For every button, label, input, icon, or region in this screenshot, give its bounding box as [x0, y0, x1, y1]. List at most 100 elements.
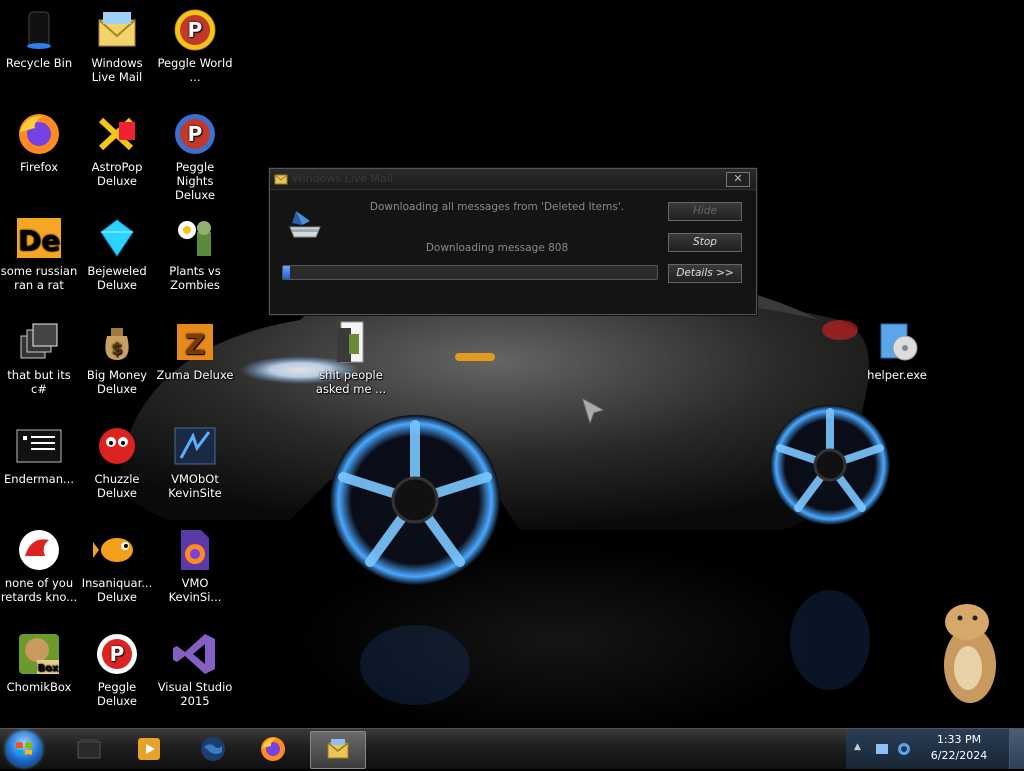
download-progress-bar	[282, 265, 658, 280]
network-icon[interactable]	[896, 741, 912, 757]
zuma-icon: Z	[171, 318, 219, 366]
svg-text:Z: Z	[185, 328, 205, 361]
desktop-icon-vmo-kevinsi[interactable]: VMO KevinSi...	[156, 526, 234, 604]
money-bag-icon: $	[93, 318, 141, 366]
chuzzle-icon	[93, 422, 141, 470]
vmobot-icon	[171, 422, 219, 470]
desktop-icon-shit-people-asked-me[interactable]: shit people asked me ...	[312, 318, 390, 396]
desktop-icon-label: shit people asked me ...	[315, 368, 387, 396]
desktop-icon-vmobot-kevinsite[interactable]: VMObOt KevinSite	[156, 422, 234, 500]
status-message-text: Downloading message 808	[425, 242, 569, 254]
desktop-icon-chomikbox[interactable]: Box ChomikBox	[0, 630, 78, 694]
desktop-icon-windows-live-mail[interactable]: Windows Live Mail	[78, 6, 156, 84]
desktop-icon-plants-vs-zombies[interactable]: Plants vs Zombies	[156, 214, 234, 292]
desktop-icon-none-of-you-retards-kno[interactable]: none of you retards kno...	[0, 526, 78, 604]
taskbar: ▲ 1:33 PM 6/22/2024	[0, 728, 1024, 769]
peggle-icon: P	[93, 630, 141, 678]
stop-button[interactable]: Stop	[668, 233, 742, 252]
dialog-title: Windows Live Mail	[292, 172, 393, 185]
desktop-icon-visual-studio-2015[interactable]: Visual Studio 2015	[156, 630, 234, 708]
de-icon: De	[15, 214, 63, 262]
plants-vs-zombies-icon	[171, 214, 219, 262]
windows-logo-icon	[16, 742, 32, 755]
status-folder-text: Downloading all messages from 'Deleted I…	[369, 201, 625, 213]
svg-text:Box: Box	[38, 663, 59, 674]
media-player-icon	[138, 738, 160, 760]
download-progress-dialog: Windows Live Mail ✕ Downloading all mess…	[269, 168, 757, 315]
desktop-icon-recycle-bin[interactable]: Recycle Bin	[0, 6, 78, 70]
desktop-icon-label: Enderman...	[4, 472, 74, 486]
svg-text:$: $	[111, 339, 122, 358]
svg-text:De: De	[18, 224, 60, 257]
windows-stack-icon	[15, 318, 63, 366]
windows-live-mail-icon	[327, 739, 349, 759]
folder-icon	[327, 318, 375, 366]
desktop-icon-label: ChomikBox	[6, 680, 72, 694]
windows-live-mail-icon	[93, 6, 141, 54]
desktop-icon-chuzzle-deluxe[interactable]: Chuzzle Deluxe	[78, 422, 156, 500]
explorer-icon	[77, 739, 101, 759]
desktop-icon-label: helper.exe	[867, 368, 927, 382]
desktop-icon-label: Peggle Nights Deluxe	[175, 160, 215, 202]
desktop-icon-label: Firefox	[19, 160, 59, 174]
desktop-icon-label: Recycle Bin	[5, 56, 73, 70]
desktop-icon-that-but-its-c[interactable]: that but its c#	[0, 318, 78, 396]
desktop-icon-peggle-nights-deluxe[interactable]: P Peggle Nights Deluxe	[156, 110, 234, 202]
desktop-icon-label: AstroPop Deluxe	[91, 160, 143, 188]
start-button[interactable]	[6, 731, 42, 767]
taskbar-media-player[interactable]	[122, 731, 176, 767]
desktop-icon-insaniquar-deluxe[interactable]: Insaniquar... Deluxe	[78, 526, 156, 604]
taskbar-windows-live-mail[interactable]	[310, 731, 366, 769]
desktop-icon-zuma-deluxe[interactable]: Z Zuma Deluxe	[156, 318, 234, 382]
desktop-icon-peggle-deluxe[interactable]: P Peggle Deluxe	[78, 630, 156, 708]
desktop-icon-astropop-deluxe[interactable]: AstroPop Deluxe	[78, 110, 156, 188]
taskbar-browser[interactable]	[186, 731, 240, 767]
peggle-nights-icon: P	[171, 110, 219, 158]
recycle-bin-icon	[15, 6, 63, 54]
details-button[interactable]: Details >>	[668, 264, 742, 283]
firefox-icon	[261, 737, 285, 761]
astropop-icon	[93, 110, 141, 158]
taskbar-firefox[interactable]	[246, 731, 300, 767]
desktop-icon-label: some russian ran a rat	[0, 264, 78, 292]
desktop-icon-label: VMO KevinSi...	[168, 576, 222, 604]
firefox-file-icon	[171, 526, 219, 574]
windows-live-mail-icon	[274, 174, 288, 185]
clock-time[interactable]: 1:33 PM	[916, 733, 1002, 746]
svg-text:P: P	[188, 18, 203, 42]
mail-download-icon	[289, 211, 321, 238]
chomikbox-icon: Box	[15, 630, 63, 678]
desktop-icon-big-money-deluxe[interactable]: $ Big Money Deluxe	[78, 318, 156, 396]
desktop-icon-some-russian-ran-a-rat[interactable]: De some russian ran a rat	[0, 214, 78, 292]
desktop-icon-label: Peggle World ...	[157, 56, 233, 84]
installer-icon	[873, 318, 921, 366]
dragon-icon	[15, 526, 63, 574]
system-tray: ▲ 1:33 PM 6/22/2024	[846, 729, 1024, 769]
fish-icon	[93, 526, 141, 574]
show-desktop-button[interactable]	[1009, 729, 1024, 769]
desktop-icon-enderman[interactable]: Enderman...	[0, 422, 78, 486]
hide-button[interactable]: Hide	[668, 202, 742, 221]
console-icon	[15, 422, 63, 470]
globe-icon	[201, 737, 225, 761]
clock-date[interactable]: 6/22/2024	[916, 749, 1002, 762]
desktop-icon-helper-exe[interactable]: helper.exe	[858, 318, 936, 382]
desktop-icon-label: Bejeweled Deluxe	[87, 264, 147, 292]
desktop-icon-label: Windows Live Mail	[91, 56, 143, 84]
progress-fill	[283, 266, 291, 279]
desktop-icon-bejeweled-deluxe[interactable]: Bejeweled Deluxe	[78, 214, 156, 292]
desktop-icon-peggle-world[interactable]: P Peggle World ...	[156, 6, 234, 84]
dialog-titlebar[interactable]: Windows Live Mail ✕	[270, 169, 756, 190]
desktop-icon-firefox[interactable]: Firefox	[0, 110, 78, 174]
bejeweled-icon	[93, 214, 141, 262]
desktop-icon-label: VMObOt KevinSite	[168, 472, 222, 500]
show-hidden-icons-button[interactable]: ▲	[854, 742, 861, 752]
svg-text:P: P	[188, 122, 203, 146]
desktop-icon-label: Insaniquar... Deluxe	[81, 576, 153, 604]
desktop-icon-label: none of you retards kno...	[0, 576, 78, 604]
action-center-icon[interactable]	[874, 741, 890, 757]
desktop-icon-label: Chuzzle Deluxe	[94, 472, 140, 500]
taskbar-explorer[interactable]	[62, 731, 116, 767]
close-button[interactable]: ✕	[726, 172, 750, 187]
desktop-icon-label: Zuma Deluxe	[156, 368, 234, 382]
